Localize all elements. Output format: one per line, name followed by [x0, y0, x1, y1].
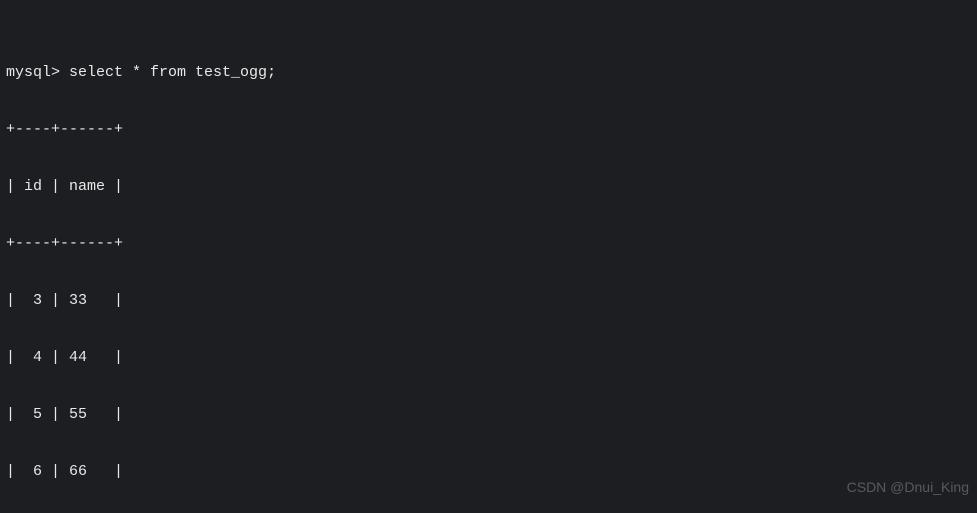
table-row: | 6 | 66 |: [6, 462, 971, 481]
sql-command: select * from test_ogg;: [69, 64, 276, 81]
watermark: CSDN @Dnui_King: [847, 478, 969, 497]
table-header: | id | name |: [6, 177, 971, 196]
table-border: +----+------+: [6, 234, 971, 253]
table-row: | 3 | 33 |: [6, 291, 971, 310]
table-row: | 5 | 55 |: [6, 405, 971, 424]
table-border: +----+------+: [6, 120, 971, 139]
table-row: | 4 | 44 |: [6, 348, 971, 367]
query-line: mysql> select * from test_ogg;: [6, 63, 971, 82]
mysql-prompt: mysql>: [6, 64, 60, 81]
terminal[interactable]: mysql> select * from test_ogg; +----+---…: [0, 0, 977, 513]
